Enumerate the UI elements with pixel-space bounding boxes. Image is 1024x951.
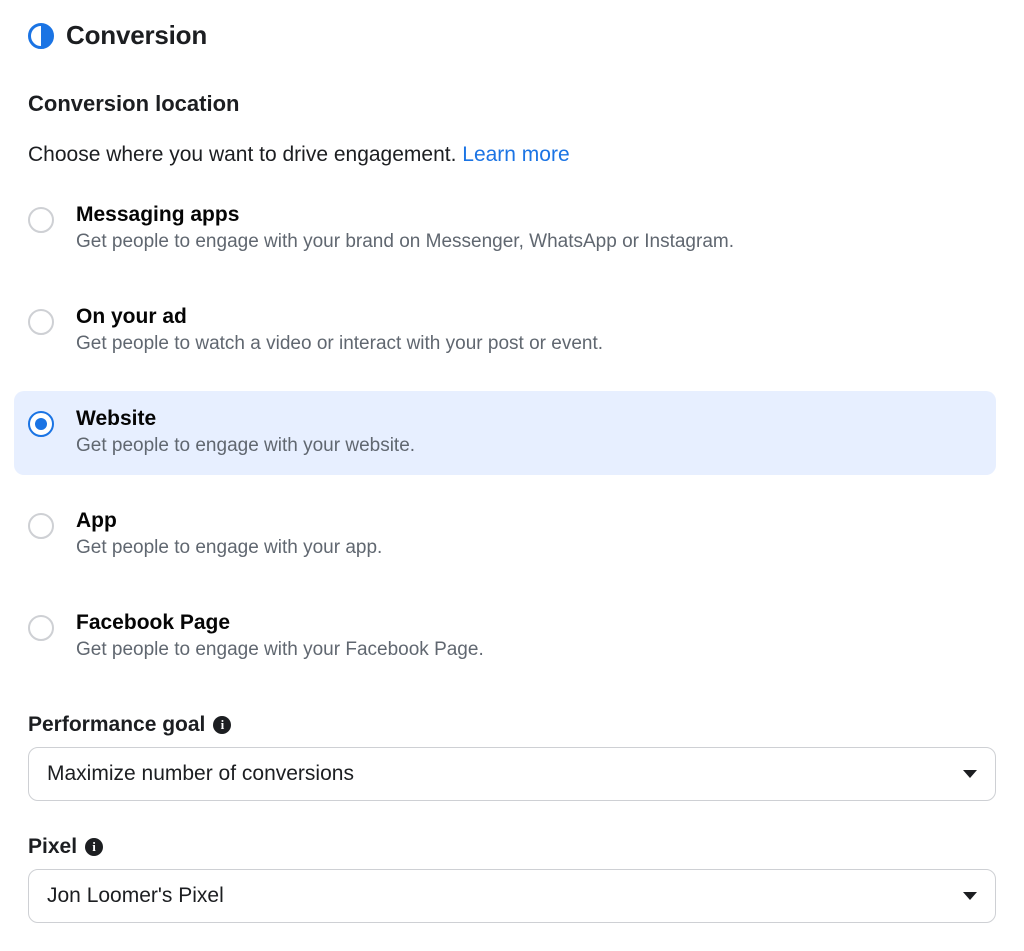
conversion-location-heading: Conversion location <box>28 91 996 117</box>
option-facebook-page[interactable]: Facebook Page Get people to engage with … <box>14 595 996 679</box>
option-website[interactable]: Website Get people to engage with your w… <box>14 391 996 475</box>
radio-icon <box>28 513 54 539</box>
select-value: Jon Loomer's Pixel <box>47 884 224 908</box>
option-title: Messaging apps <box>76 203 734 227</box>
section-title: Conversion <box>66 20 207 51</box>
conversion-location-description: Choose where you want to drive engagemen… <box>28 143 996 167</box>
description-text: Choose where you want to drive engagemen… <box>28 143 462 166</box>
conversion-location-options: Messaging apps Get people to engage with… <box>14 187 996 679</box>
option-title: App <box>76 509 382 533</box>
section-header: Conversion <box>28 20 996 51</box>
chevron-down-icon <box>963 892 977 900</box>
radio-icon <box>28 411 54 437</box>
option-on-your-ad[interactable]: On your ad Get people to watch a video o… <box>14 289 996 373</box>
option-sub: Get people to engage with your app. <box>76 537 382 559</box>
learn-more-link[interactable]: Learn more <box>462 143 569 166</box>
conversion-icon <box>28 23 54 49</box>
option-title: On your ad <box>76 305 603 329</box>
select-value: Maximize number of conversions <box>47 762 354 786</box>
option-sub: Get people to engage with your website. <box>76 435 415 457</box>
option-sub: Get people to engage with your Facebook … <box>76 639 484 661</box>
option-title: Website <box>76 407 415 431</box>
option-sub: Get people to engage with your brand on … <box>76 231 734 253</box>
performance-goal-label-row: Performance goal i <box>28 713 996 737</box>
option-sub: Get people to watch a video or interact … <box>76 333 603 355</box>
performance-goal-label: Performance goal <box>28 713 205 737</box>
pixel-label: Pixel <box>28 835 77 859</box>
pixel-label-row: Pixel i <box>28 835 996 859</box>
radio-icon <box>28 207 54 233</box>
performance-goal-select[interactable]: Maximize number of conversions <box>28 747 996 801</box>
info-icon[interactable]: i <box>85 838 103 856</box>
radio-icon <box>28 615 54 641</box>
chevron-down-icon <box>963 770 977 778</box>
pixel-select[interactable]: Jon Loomer's Pixel <box>28 869 996 923</box>
option-messaging-apps[interactable]: Messaging apps Get people to engage with… <box>14 187 996 271</box>
option-app[interactable]: App Get people to engage with your app. <box>14 493 996 577</box>
radio-icon <box>28 309 54 335</box>
info-icon[interactable]: i <box>213 716 231 734</box>
option-title: Facebook Page <box>76 611 484 635</box>
